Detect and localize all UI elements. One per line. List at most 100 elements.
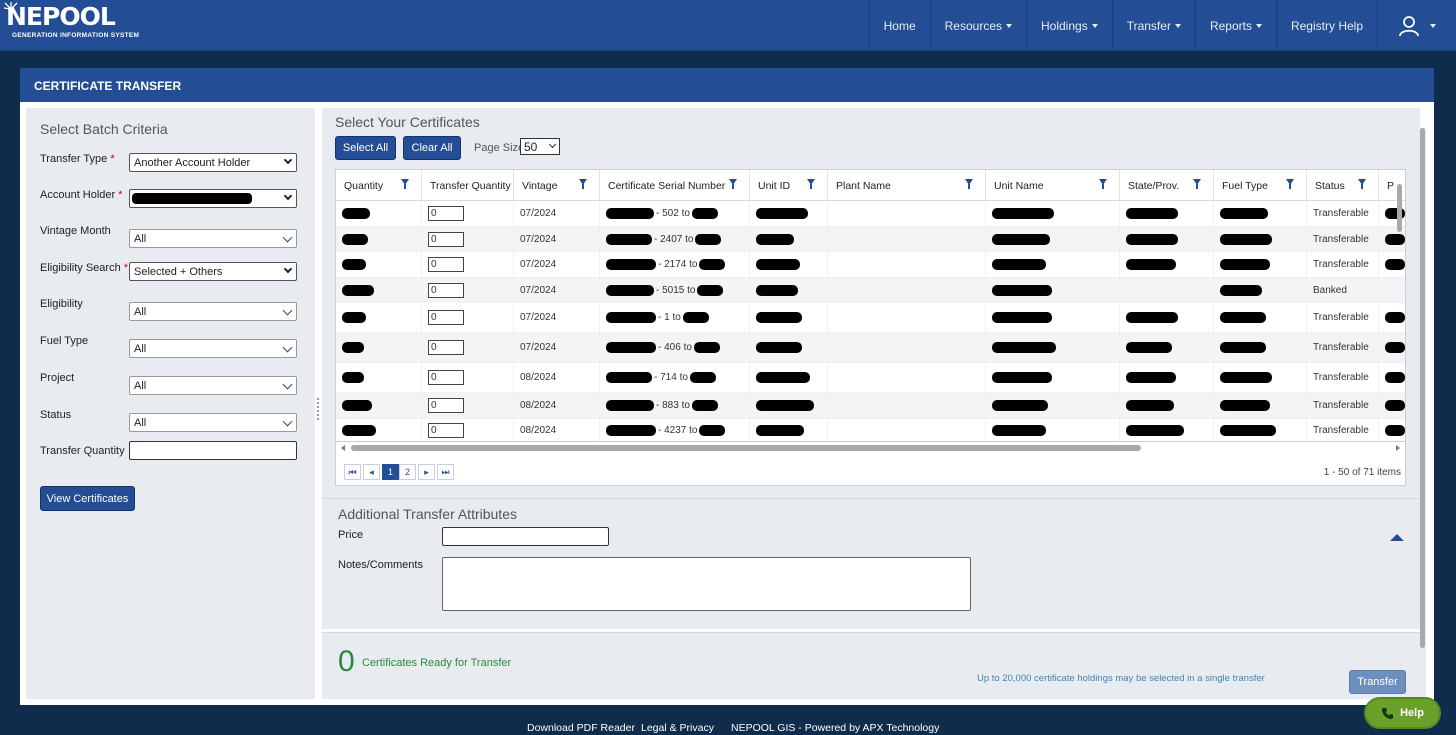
table-row[interactable]: 0 07/2024 - 2407 to Transferable [336, 227, 1405, 252]
clear-all-button[interactable]: Clear All [403, 136, 461, 160]
table-row[interactable]: 0 07/2024 - 5015 to Banked [336, 278, 1405, 303]
scrollbar-thumb[interactable] [351, 445, 1141, 451]
column-header[interactable]: Transfer Quantity [422, 170, 514, 201]
transfer-quantity-cell-input[interactable]: 0 [428, 282, 464, 298]
redacted-state [1126, 312, 1178, 323]
filter-icon[interactable] [1099, 179, 1107, 189]
footer-link-legal[interactable]: Legal & Privacy [641, 722, 714, 734]
prev-page-icon[interactable]: ◂ [363, 464, 380, 480]
project-select[interactable]: All [129, 376, 297, 395]
filter-icon[interactable] [807, 179, 815, 189]
redacted-unit-id [756, 259, 800, 270]
transfer-quantity-input[interactable] [129, 441, 297, 460]
nav-resources[interactable]: Resources [929, 0, 1026, 51]
card-title: CERTIFICATE TRANSFER [20, 68, 1434, 102]
transfer-type-select[interactable]: Another Account Holder [129, 153, 297, 172]
table-row[interactable]: 0 07/2024 - 406 to Transferable [336, 333, 1405, 363]
redacted-serial-suffix [699, 425, 726, 436]
last-page-icon[interactable]: ⏭ [437, 464, 454, 480]
table-cell: - 883 to [600, 393, 750, 418]
grid-horizontal-scrollbar[interactable] [335, 442, 1406, 454]
scroll-right-icon[interactable] [1396, 445, 1400, 451]
notes-textarea[interactable] [442, 557, 971, 611]
column-header[interactable]: Unit ID [750, 170, 828, 201]
collapse-up-icon[interactable] [1390, 534, 1404, 541]
table-row[interactable]: 0 07/2024 - 1 to Transferable [336, 303, 1405, 333]
redacted-fuel-type [1220, 233, 1272, 245]
table-row[interactable]: 0 07/2024 - 502 to Transferable [336, 201, 1405, 227]
transfer-quantity-cell-input[interactable]: 0 [428, 370, 464, 385]
redacted-quantity [342, 342, 364, 353]
table-cell: 0 [422, 419, 514, 441]
table-cell [750, 303, 828, 332]
redacted-state [1126, 208, 1178, 219]
caret-down-icon [1006, 23, 1012, 28]
transfer-quantity-cell-input[interactable]: 0 [428, 257, 464, 272]
footer-link-pdf-reader[interactable]: Download PDF Reader [527, 722, 635, 734]
page-button-1[interactable]: 1 [382, 464, 399, 480]
nav-home[interactable]: Home [868, 0, 930, 51]
page-size-select[interactable]: 50 [520, 138, 560, 155]
scroll-left-icon[interactable] [341, 445, 345, 451]
filter-icon[interactable] [1286, 179, 1294, 189]
view-certificates-button[interactable]: View Certificates [40, 486, 135, 511]
price-input[interactable] [442, 527, 609, 546]
scrollbar-thumb[interactable] [1397, 184, 1402, 232]
transfer-button[interactable]: Transfer [1349, 670, 1406, 694]
vintage-value: 07/2024 [520, 208, 557, 219]
nav-transfer[interactable]: Transfer [1111, 0, 1195, 51]
filter-icon[interactable] [1358, 179, 1366, 189]
eligibility-search-select[interactable]: Selected + Others [129, 262, 297, 281]
select-all-button[interactable]: Select All [335, 136, 396, 160]
table-row[interactable]: 0 08/2024 - 883 to Transferable [336, 393, 1405, 419]
transfer-quantity-cell-input[interactable]: 0 [428, 423, 464, 438]
column-header[interactable]: Fuel Type [1214, 170, 1307, 201]
transfer-quantity-cell-input[interactable]: 0 [428, 340, 464, 355]
transfer-quantity-cell-input[interactable]: 0 [428, 231, 464, 247]
next-page-icon[interactable]: ▸ [418, 464, 435, 480]
column-header[interactable]: State/Prov. [1120, 170, 1214, 201]
table-row[interactable]: 0 07/2024 - 2174 to Transferable [336, 252, 1405, 278]
grid-vertical-scrollbar[interactable] [1396, 180, 1404, 440]
transfer-quantity-cell-input[interactable]: 0 [428, 310, 464, 325]
filter-icon[interactable] [1193, 179, 1201, 189]
nav-user-menu[interactable] [1377, 0, 1456, 51]
page-button-2[interactable]: 2 [399, 464, 416, 480]
column-header[interactable]: Status [1307, 170, 1379, 201]
column-header[interactable]: Vintage [514, 170, 600, 201]
column-header[interactable]: Certificate Serial Number [600, 170, 750, 201]
vintage-value: 07/2024 [520, 312, 557, 323]
account-holder-select[interactable] [129, 189, 297, 208]
redacted-fuel-type [1220, 208, 1268, 219]
vintage-month-select[interactable]: All [129, 229, 297, 248]
transfer-quantity-cell-input[interactable]: 0 [428, 206, 464, 221]
column-header[interactable]: Unit Name [986, 170, 1120, 201]
transfer-quantity-cell-input[interactable]: 0 [428, 398, 464, 413]
table-cell: 0 [422, 303, 514, 332]
transfer-quantity-cell-value: 0 [431, 425, 437, 436]
table-cell [1120, 278, 1214, 302]
first-page-icon[interactable]: ⏮ [344, 464, 361, 480]
column-header[interactable]: Plant Name [828, 170, 986, 201]
fuel-type-select[interactable]: All [129, 339, 297, 358]
column-header[interactable]: Quantity [336, 170, 422, 201]
page-size-value: 50 [524, 140, 538, 154]
filter-icon[interactable] [401, 179, 409, 189]
table-row[interactable]: 0 08/2024 - 4237 to Transferable [336, 419, 1405, 441]
help-button[interactable]: Help [1364, 697, 1441, 729]
nav-holdings[interactable]: Holdings [1026, 0, 1112, 51]
panel-resize-handle[interactable] [317, 398, 320, 420]
filter-icon[interactable] [729, 179, 737, 189]
nav-reports[interactable]: Reports [1194, 0, 1276, 51]
scrollbar-thumb[interactable] [1420, 128, 1425, 648]
nepool-logo[interactable]: NEPOOL GENERATION INFORMATION SYSTEM [4, 2, 139, 39]
eligibility-select[interactable]: All [129, 302, 297, 321]
status-select[interactable]: All [129, 413, 297, 432]
filter-icon[interactable] [965, 179, 973, 189]
serial-range-text: - 2174 to [658, 259, 698, 270]
panel-vertical-scrollbar[interactable] [1420, 128, 1426, 700]
filter-icon[interactable] [579, 179, 587, 189]
nav-registry-help[interactable]: Registry Help [1275, 0, 1377, 51]
table-cell [336, 393, 422, 418]
table-row[interactable]: 0 08/2024 - 714 to Transferable [336, 363, 1405, 393]
